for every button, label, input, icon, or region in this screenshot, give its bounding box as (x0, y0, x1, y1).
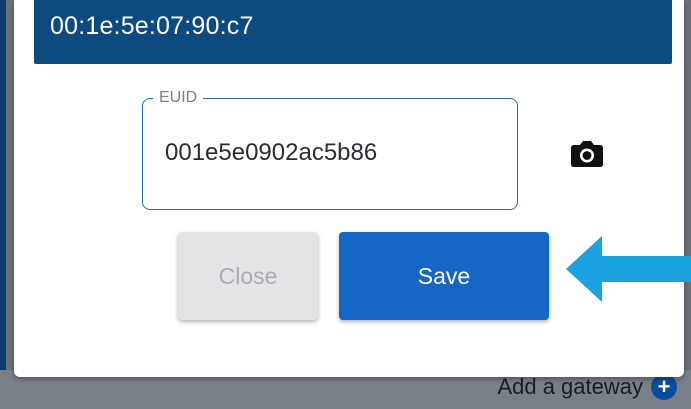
euid-label: EUID (153, 88, 204, 108)
mac-address-title: 00:1e:5e:07:90:c7 (50, 12, 254, 40)
close-button[interactable]: Close (178, 232, 318, 320)
camera-icon[interactable] (570, 138, 604, 168)
arrow-left-icon (566, 236, 691, 302)
save-button[interactable]: Save (339, 232, 549, 320)
gateway-dialog: 00:1e:5e:07:90:c7 EUID Close Save (14, 0, 684, 377)
plus-circle-icon[interactable]: + (651, 374, 677, 400)
euid-input[interactable] (165, 139, 495, 167)
add-gateway-label: Add a gateway (497, 374, 643, 399)
background-edge (0, 0, 6, 409)
dialog-header: 00:1e:5e:07:90:c7 (34, 0, 672, 64)
euid-field[interactable]: EUID (142, 88, 518, 210)
